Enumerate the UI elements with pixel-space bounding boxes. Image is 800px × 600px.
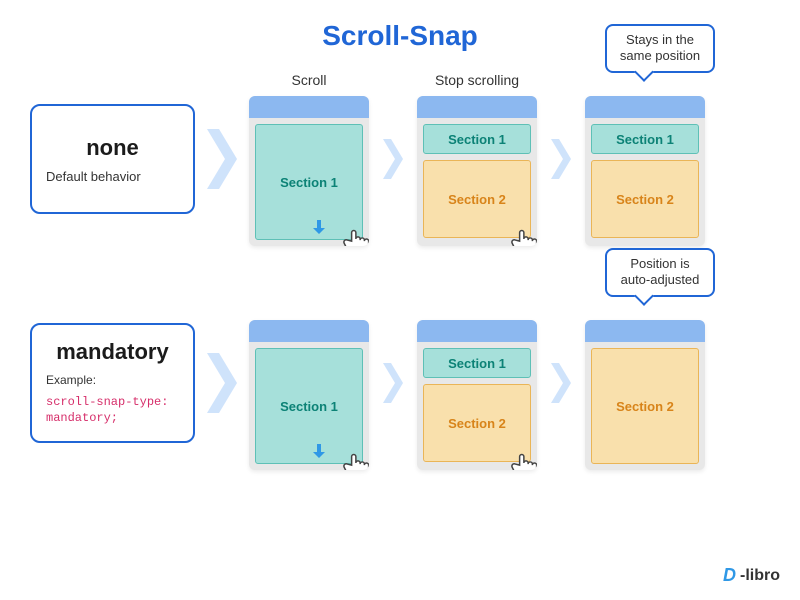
window-body: Section 1 <box>249 342 369 470</box>
section-block: Section 2 <box>591 160 699 238</box>
mock-window: Section 2 <box>585 320 705 470</box>
mock-window: Section 1 <box>249 96 369 246</box>
chevron-icon <box>549 139 573 179</box>
stage-header: Stop scrolling <box>435 72 519 90</box>
mock-window: Section 1 Section 2 <box>417 320 537 470</box>
label-code: scroll-snap-type: mandatory; <box>46 395 179 426</box>
window-body: Section 2 <box>585 342 705 470</box>
window-body: Section 1 Section 2 <box>417 118 537 246</box>
chevron-icon <box>549 363 573 403</box>
section-block: Section 1 <box>591 124 699 154</box>
section-block: Section 2 <box>591 348 699 464</box>
chevron-icon <box>207 129 237 189</box>
window-titlebar <box>417 96 537 118</box>
chevron-icon <box>381 139 405 179</box>
stage-header: Scroll <box>291 72 326 90</box>
brand-d: D <box>723 565 736 586</box>
stage: Scroll Section 1 <box>249 72 369 246</box>
label-card-none: none Default behavior <box>30 104 195 214</box>
section-block: Section 1 <box>423 348 531 378</box>
label-main: none <box>46 135 179 161</box>
stage: Section 1 Section 2 <box>417 296 537 470</box>
stage: Section 2Position is auto-adjusted <box>585 296 705 470</box>
stage: Section 1 <box>249 296 369 470</box>
down-arrow-icon <box>311 220 325 234</box>
label-example: Example: <box>46 373 179 387</box>
window-titlebar <box>249 320 369 342</box>
mock-window: Section 1 <box>249 320 369 470</box>
chevron-icon <box>381 363 405 403</box>
callout: Position is auto-adjusted <box>605 248 715 297</box>
callout: Stays in the same position <box>605 24 715 73</box>
stage: Section 1Section 2Stays in the same posi… <box>585 72 705 246</box>
window-titlebar <box>417 320 537 342</box>
window-body: Section 1 Section 2 <box>417 342 537 470</box>
section-block: Section 1 <box>423 124 531 154</box>
window-titlebar <box>585 320 705 342</box>
label-sub: Default behavior <box>46 169 179 184</box>
label-card-mandatory: mandatory Example: scroll-snap-type: manda… <box>30 323 195 442</box>
mock-window: Section 1 Section 2 <box>417 96 537 246</box>
down-arrow-icon <box>311 444 325 458</box>
section-block: Section 2 <box>423 384 531 462</box>
section-block: Section 1 <box>255 124 363 240</box>
window-titlebar <box>585 96 705 118</box>
brand-logo: D-libro <box>723 565 780 586</box>
section-block: Section 2 <box>423 160 531 238</box>
brand-rest: -libro <box>740 567 780 585</box>
label-main: mandatory <box>46 339 179 365</box>
window-titlebar <box>249 96 369 118</box>
row-none: noneDefault behaviorScrollSection 1Stop … <box>30 72 770 246</box>
window-body: Section 1 Section 2 <box>585 118 705 246</box>
mock-window: Section 1 Section 2 <box>585 96 705 246</box>
section-block: Section 1 <box>255 348 363 464</box>
row-mandatory: mandatory Example: scroll-snap-type: manda… <box>30 296 770 470</box>
window-body: Section 1 <box>249 118 369 246</box>
chevron-icon <box>207 353 237 413</box>
stage: Stop scrolling Section 1 Section 2 <box>417 72 537 246</box>
